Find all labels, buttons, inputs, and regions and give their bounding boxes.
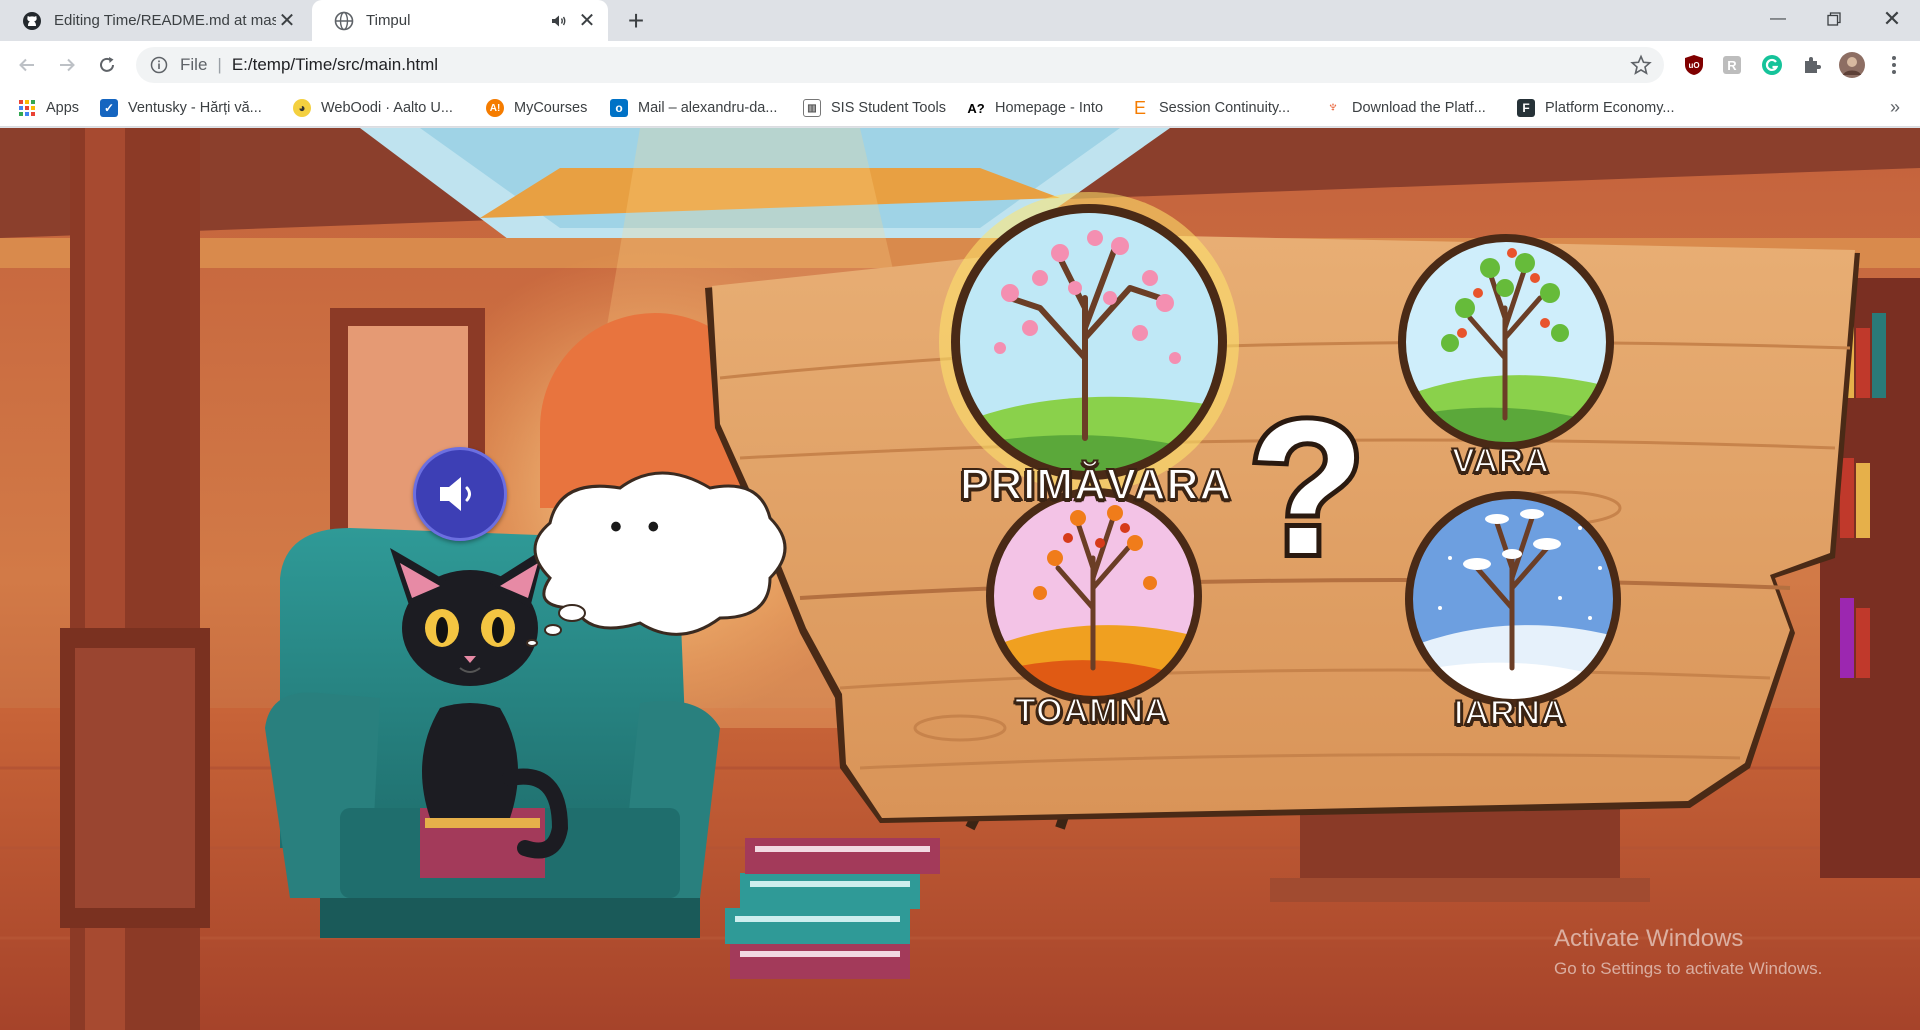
- session-icon: E: [1133, 97, 1146, 118]
- forward-arrow-icon[interactable]: [53, 51, 81, 79]
- reload-icon[interactable]: [93, 51, 121, 79]
- book-stack: [725, 838, 940, 979]
- bookmark-label: Session Continuity...: [1159, 100, 1291, 116]
- bookmark-download[interactable]: ♆ Download the Platf...: [1324, 96, 1486, 120]
- bookmark-sis[interactable]: ▥ SIS Student Tools: [803, 96, 946, 120]
- close-tab-icon[interactable]: ✕: [576, 10, 598, 32]
- spring-label[interactable]: PRIMĂVARA: [959, 459, 1232, 510]
- weboodi-icon: ◕: [293, 99, 311, 117]
- download-icon: ♆: [1327, 99, 1339, 116]
- grammarly-icon[interactable]: [1760, 53, 1784, 77]
- back-arrow-icon[interactable]: [13, 51, 41, 79]
- autumn-label[interactable]: TOAMNA: [1014, 691, 1170, 731]
- bookmark-apps[interactable]: Apps: [18, 96, 79, 120]
- bookmark-label: MyCourses: [514, 100, 588, 116]
- thought-bubble-text: • •: [610, 508, 668, 546]
- speaker-icon: [440, 477, 471, 511]
- url-text[interactable]: E:/temp/Time/src/main.html: [232, 55, 438, 75]
- tab-title: Editing Time/README.md at mas: [54, 12, 276, 29]
- url-scheme: File: [180, 55, 208, 74]
- globe-icon: [334, 11, 354, 30]
- watermark-title: Activate Windows: [1554, 925, 1744, 952]
- extension-r-icon[interactable]: R: [1720, 53, 1744, 77]
- close-window-icon[interactable]: ✕: [1864, 0, 1920, 38]
- into-icon: A?: [967, 100, 985, 116]
- question-mark: ?: [1249, 382, 1365, 594]
- address-bar[interactable]: File | E:/temp/Time/src/main.html: [136, 47, 1664, 83]
- kebab-menu-icon[interactable]: [1882, 53, 1906, 77]
- bookmark-session[interactable]: E Session Continuity...: [1131, 96, 1290, 120]
- puzzle-extensions-icon[interactable]: [1800, 53, 1824, 77]
- more-bookmarks-icon[interactable]: »: [1890, 97, 1900, 118]
- bookmark-label: Download the Platf...: [1352, 100, 1486, 116]
- watermark-subtitle: Go to Settings to activate Windows.: [1554, 959, 1823, 978]
- ventusky-icon: ✓: [100, 99, 118, 117]
- url-separator: |: [217, 55, 222, 74]
- mycourses-icon: A!: [486, 99, 504, 117]
- browser-toolbar: File | E:/temp/Time/src/main.html uO R: [0, 41, 1920, 89]
- sound-toggle-button[interactable]: [413, 447, 507, 541]
- ublock-icon[interactable]: uO: [1682, 53, 1706, 77]
- close-tab-icon[interactable]: ✕: [276, 10, 298, 32]
- apps-grid-icon: [18, 99, 36, 117]
- windows-activation-watermark: Activate Windows Go to Settings to activ…: [1554, 925, 1822, 979]
- sis-icon: ▥: [803, 99, 821, 117]
- bookmarks-bar: Apps ✓ Ventusky - Hărți vă... ◕ WebOodi …: [0, 89, 1920, 127]
- bookmark-mail[interactable]: o Mail – alexandru-da...: [610, 96, 777, 120]
- minimize-icon[interactable]: —: [1750, 0, 1806, 38]
- tab-timpul[interactable]: Timpul ✕: [312, 0, 608, 41]
- bookmark-platform[interactable]: F Platform Economy...: [1517, 96, 1674, 120]
- avatar[interactable]: [1838, 51, 1866, 79]
- outlook-icon: o: [610, 99, 628, 117]
- tab-strip: Editing Time/README.md at mas ✕ Timpul ✕…: [0, 0, 1920, 41]
- speaker-icon[interactable]: [548, 10, 570, 32]
- new-tab-button[interactable]: +: [622, 5, 650, 36]
- bookmark-label: SIS Student Tools: [831, 100, 947, 116]
- tab-github-readme[interactable]: Editing Time/README.md at mas ✕: [0, 0, 308, 41]
- github-icon: [23, 11, 41, 30]
- bookmark-weboodi[interactable]: ◕ WebOodi · Aalto U...: [293, 96, 453, 120]
- svg-text:R: R: [1727, 58, 1737, 73]
- restore-icon[interactable]: [1806, 0, 1862, 38]
- bookmark-label: Platform Economy...: [1545, 100, 1675, 116]
- tab-title: Timpul: [366, 12, 411, 29]
- platform-icon: F: [1517, 99, 1535, 117]
- summer-label[interactable]: VARA: [1451, 441, 1550, 481]
- bookmark-label: Mail – alexandru-da...: [638, 100, 778, 116]
- bookmark-into[interactable]: A? Homepage - Into: [967, 96, 1103, 120]
- library-room-scene: ?: [0, 128, 1920, 1030]
- bookmark-star-icon[interactable]: [1630, 54, 1652, 76]
- bookmark-label: Ventusky - Hărți vă...: [128, 100, 262, 116]
- bookmark-label: Homepage - Into: [995, 100, 1104, 116]
- bookmark-label: Apps: [46, 100, 80, 116]
- bookmark-ventusky[interactable]: ✓ Ventusky - Hărți vă...: [100, 96, 262, 120]
- bookmark-mycourses[interactable]: A! MyCourses: [486, 96, 587, 120]
- game-canvas: ? PRIMĂVARA VARA TOAMNA IARNA • • Activa…: [0, 128, 1920, 1030]
- svg-text:uO: uO: [1688, 61, 1699, 70]
- info-icon[interactable]: [150, 56, 168, 74]
- winter-label[interactable]: IARNA: [1453, 693, 1567, 733]
- bookmark-label: WebOodi · Aalto U...: [321, 100, 453, 116]
